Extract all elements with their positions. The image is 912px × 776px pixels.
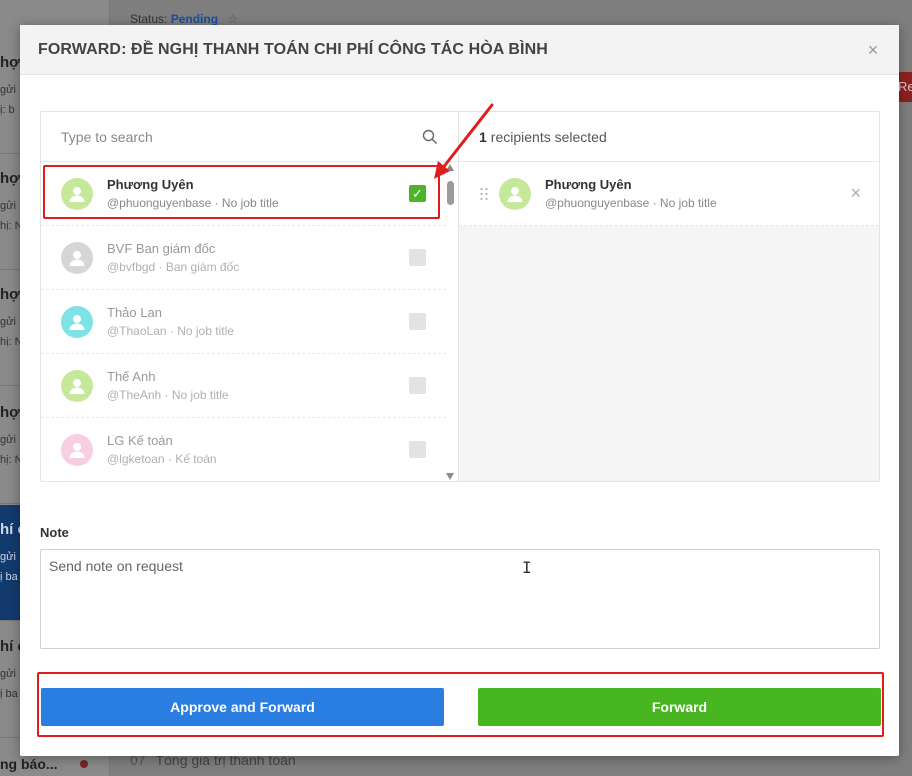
background-item-line: gửi <box>0 316 16 328</box>
user-search-panel: Phương Uyên @phuonguyenbase · No job titl… <box>41 112 459 482</box>
user-name: Phương Uyên <box>107 176 194 192</box>
modal-header: FORWARD: ĐỀ NGHỊ THANH TOÁN CHI PHÍ CÔNG… <box>20 25 899 75</box>
user-name: Thảo Lan <box>107 304 162 320</box>
user-text: BVF Ban giám đốc @bvfbgd · Ban giám đốc <box>107 240 409 276</box>
note-textarea[interactable] <box>40 549 880 649</box>
checkbox[interactable] <box>409 441 426 458</box>
background-item-title: hợ <box>0 404 20 421</box>
avatar <box>61 241 93 274</box>
selected-text: Phương Uyên @phuonguyenbase · No job tit… <box>545 176 850 212</box>
background-item-line: ị ba <box>0 571 18 583</box>
close-icon[interactable]: × <box>865 41 881 59</box>
drag-handle-icon[interactable] <box>479 187 489 201</box>
background-item-line: gửi <box>0 551 16 563</box>
user-name: BVF Ban giám đốc <box>107 240 216 256</box>
user-name: Thế Anh <box>107 368 156 384</box>
user-icon <box>69 250 85 266</box>
note-label: Note <box>40 525 69 540</box>
forward-modal: FORWARD: ĐỀ NGHỊ THANH TOÁN CHI PHÍ CÔNG… <box>20 25 899 756</box>
selected-name: Phương Uyên <box>545 176 632 192</box>
user-subtitle: @ThaoLan · No job title <box>107 323 234 338</box>
user-row[interactable]: Phương Uyên @phuonguyenbase · No job titl… <box>41 162 446 226</box>
checkbox[interactable] <box>409 377 426 394</box>
user-icon <box>507 186 523 202</box>
search-input[interactable] <box>61 128 422 145</box>
user-text: Phương Uyên @phuonguyenbase · No job titl… <box>107 176 409 212</box>
avatar <box>61 177 93 210</box>
user-subtitle: @TheAnh · No job title <box>107 387 229 402</box>
background-item-title: hợ <box>0 54 20 71</box>
modal-title: FORWARD: ĐỀ NGHỊ THANH TOÁN CHI PHÍ CÔNG… <box>38 40 548 58</box>
approve-and-forward-button[interactable]: Approve and Forward <box>41 688 444 726</box>
user-icon <box>69 442 85 458</box>
action-buttons-highlight: Approve and Forward Forward <box>37 672 884 737</box>
user-subtitle: @phuonguyenbase · No job title <box>107 195 279 210</box>
background-last-item: ng báo... <box>0 756 58 772</box>
status-value: Pending <box>170 12 219 26</box>
user-text: Thế Anh @TheAnh · No job title <box>107 368 409 404</box>
background-item-line: gửi <box>0 434 16 446</box>
user-icon <box>69 186 85 202</box>
list-scrollbar[interactable] <box>446 164 455 480</box>
checked-checkbox[interactable]: ✓ <box>409 185 426 202</box>
background-item-title: hợ <box>0 170 20 187</box>
unread-dot <box>80 760 88 768</box>
user-list: Phương Uyên @phuonguyenbase · No job titl… <box>41 162 446 482</box>
selected-recipient[interactable]: Phương Uyên @phuonguyenbase · No job tit… <box>459 162 879 226</box>
background-item-title: hợ <box>0 286 20 303</box>
avatar <box>61 433 93 466</box>
background-item-line: gửi <box>0 200 16 212</box>
text-cursor-icon: I <box>522 558 532 577</box>
background-item-line: ị ba <box>0 688 18 700</box>
background-item-line: gửi <box>0 84 16 96</box>
user-row[interactable]: LG Kế toán @lgketoan · Kế toán <box>41 418 446 482</box>
background-item-line: gửi <box>0 668 16 680</box>
selected-label: recipients selected <box>490 128 607 145</box>
user-text: Thảo Lan @ThaoLan · No job title <box>107 304 409 340</box>
avatar <box>499 177 531 210</box>
forward-button[interactable]: Forward <box>478 688 881 726</box>
user-icon <box>69 314 85 330</box>
user-text: LG Kế toán @lgketoan · Kế toán <box>107 432 409 468</box>
remove-recipient-icon[interactable]: × <box>850 183 861 204</box>
selected-subtitle: @phuonguyenbase · No job title <box>545 195 717 210</box>
checkbox[interactable] <box>409 249 426 266</box>
background-item-line: ị: b <box>0 104 15 116</box>
annotation-arrow-icon <box>434 103 494 179</box>
avatar <box>61 305 93 338</box>
search-row <box>41 112 458 162</box>
selected-recipients-panel: 1 recipients selected Phương Uyên @phuon… <box>459 112 879 481</box>
user-row[interactable]: BVF Ban giám đốc @bvfbgd · Ban giám đốc <box>41 226 446 290</box>
user-subtitle: @lgketoan · Kế toán <box>107 451 217 466</box>
user-subtitle: @bvfbgd · Ban giám đốc <box>107 259 240 274</box>
user-name: LG Kế toán <box>107 432 173 448</box>
status-label: Status: <box>130 12 168 26</box>
user-row[interactable]: Thảo Lan @ThaoLan · No job title <box>41 290 446 354</box>
scroll-thumb[interactable] <box>447 181 454 205</box>
background-red-button-label: Re <box>898 79 912 94</box>
star-icon: ☆ <box>227 12 239 26</box>
background-status: Status: Pending ☆ <box>130 12 238 26</box>
avatar <box>61 369 93 402</box>
user-icon <box>69 378 85 394</box>
user-row[interactable]: Thế Anh @TheAnh · No job title <box>41 354 446 418</box>
checkbox[interactable] <box>409 313 426 330</box>
scroll-down-arrow[interactable] <box>446 473 454 480</box>
selected-header: 1 recipients selected <box>459 112 879 162</box>
